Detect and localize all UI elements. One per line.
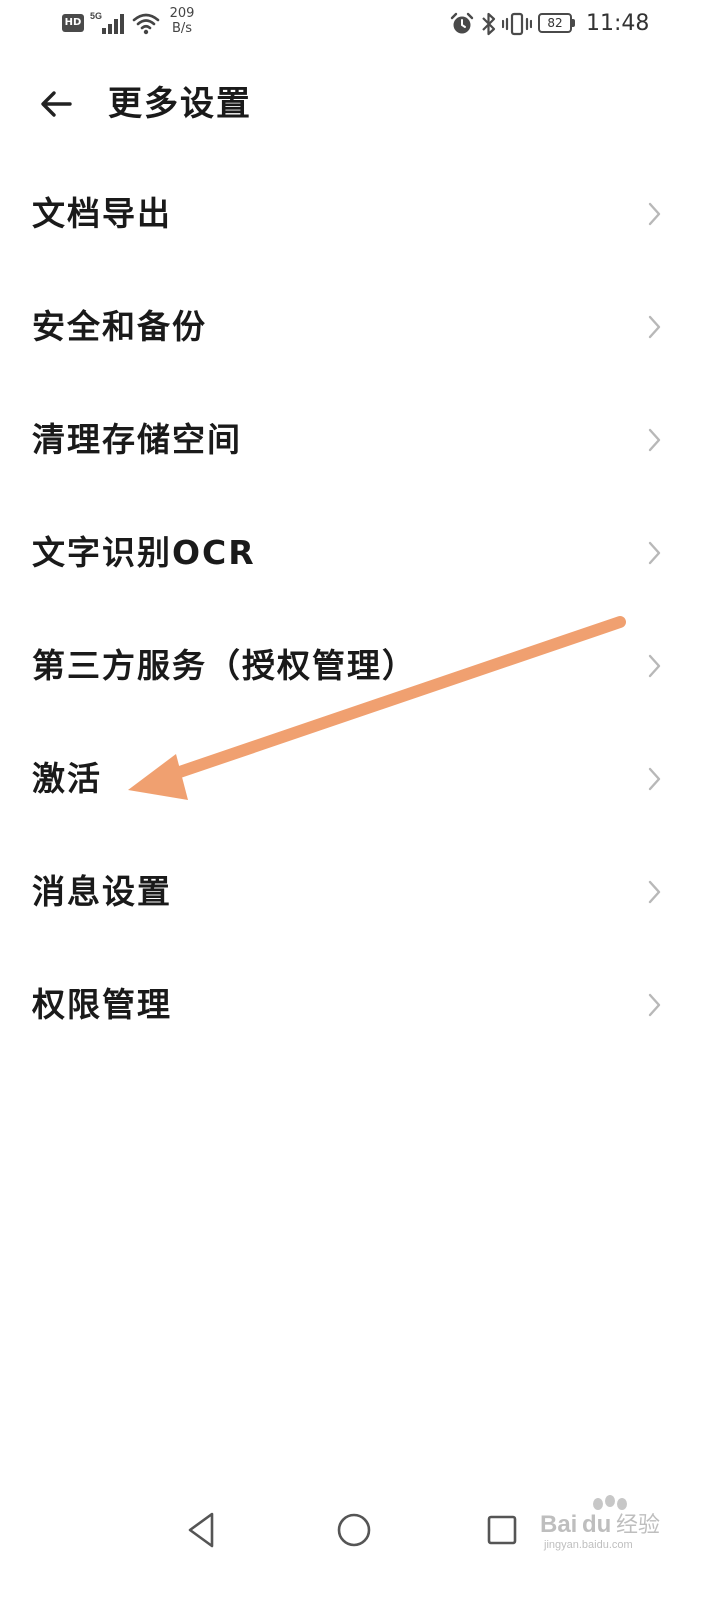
clock: 11:48 — [586, 11, 650, 36]
svg-text:du: du — [582, 1511, 611, 1538]
battery-tip — [572, 19, 575, 27]
nav-recents-button[interactable] — [480, 1508, 524, 1552]
chevron-right-icon — [648, 767, 661, 791]
chevron-right-icon — [648, 202, 661, 226]
settings-item-document-export[interactable]: 文档导出 — [0, 157, 720, 270]
bluetooth-icon — [482, 12, 496, 36]
baidu-jingyan-watermark: Bai du 经验 jingyan.baidu.com — [540, 1495, 660, 1551]
chevron-right-icon — [648, 993, 661, 1017]
settings-item-label: 文字识别OCR — [32, 533, 256, 572]
triangle-back-icon — [188, 1512, 214, 1548]
settings-item-third-party-services[interactable]: 第三方服务（授权管理） — [0, 609, 720, 722]
vibrate-icon — [502, 12, 532, 36]
settings-item-clear-storage[interactable]: 清理存储空间 — [0, 383, 720, 496]
alarm-icon — [450, 12, 474, 34]
chevron-right-icon — [648, 315, 661, 339]
status-bar: HD 5G 209 B/s 82 11:48 — [0, 0, 720, 48]
battery-icon: 82 — [538, 13, 572, 33]
chevron-right-icon — [648, 880, 661, 904]
wifi-icon — [132, 13, 160, 35]
settings-item-message-settings[interactable]: 消息设置 — [0, 835, 720, 948]
chevron-right-icon — [648, 541, 661, 565]
square-recents-icon — [487, 1515, 517, 1545]
settings-item-label: 激活 — [32, 759, 102, 798]
svg-text:经验: 经验 — [616, 1513, 660, 1538]
back-button[interactable] — [28, 76, 84, 132]
app-header: 更多设置 — [0, 62, 720, 146]
settings-item-ocr[interactable]: 文字识别OCR — [0, 496, 720, 609]
circle-home-icon — [337, 1513, 371, 1547]
nav-home-button[interactable] — [330, 1506, 378, 1554]
settings-item-label: 文档导出 — [32, 194, 172, 233]
paw-logo-icon — [593, 1495, 627, 1510]
net-speed-unit: B/s — [171, 21, 193, 36]
settings-item-label: 消息设置 — [32, 872, 172, 911]
nav-back-button[interactable] — [178, 1508, 226, 1552]
settings-item-permission-management[interactable]: 权限管理 — [0, 948, 720, 1061]
chevron-right-icon — [648, 428, 661, 452]
back-arrow-icon — [41, 91, 72, 117]
settings-list: 文档导出 安全和备份 清理存储空间 文字识别OCR 第三方服务（授权管理） 激活… — [0, 157, 720, 1061]
svg-text:Bai: Bai — [540, 1511, 577, 1538]
settings-item-label: 安全和备份 — [32, 307, 207, 346]
settings-item-label: 权限管理 — [32, 985, 172, 1024]
settings-item-activation[interactable]: 激活 — [0, 722, 720, 835]
cellular-signal-icon: 5G — [90, 11, 124, 34]
network-speed: 209 B/s — [166, 6, 198, 36]
settings-item-security-backup[interactable]: 安全和备份 — [0, 270, 720, 383]
page-title: 更多设置 — [108, 84, 252, 124]
network-type-label: 5G — [90, 11, 102, 21]
settings-item-label: 清理存储空间 — [32, 420, 242, 459]
settings-item-label: 第三方服务（授权管理） — [32, 646, 417, 685]
net-speed-value: 209 — [169, 6, 195, 21]
chevron-right-icon — [648, 654, 661, 678]
svg-text:jingyan.baidu.com: jingyan.baidu.com — [543, 1539, 633, 1551]
hd-badge: HD — [62, 14, 84, 32]
